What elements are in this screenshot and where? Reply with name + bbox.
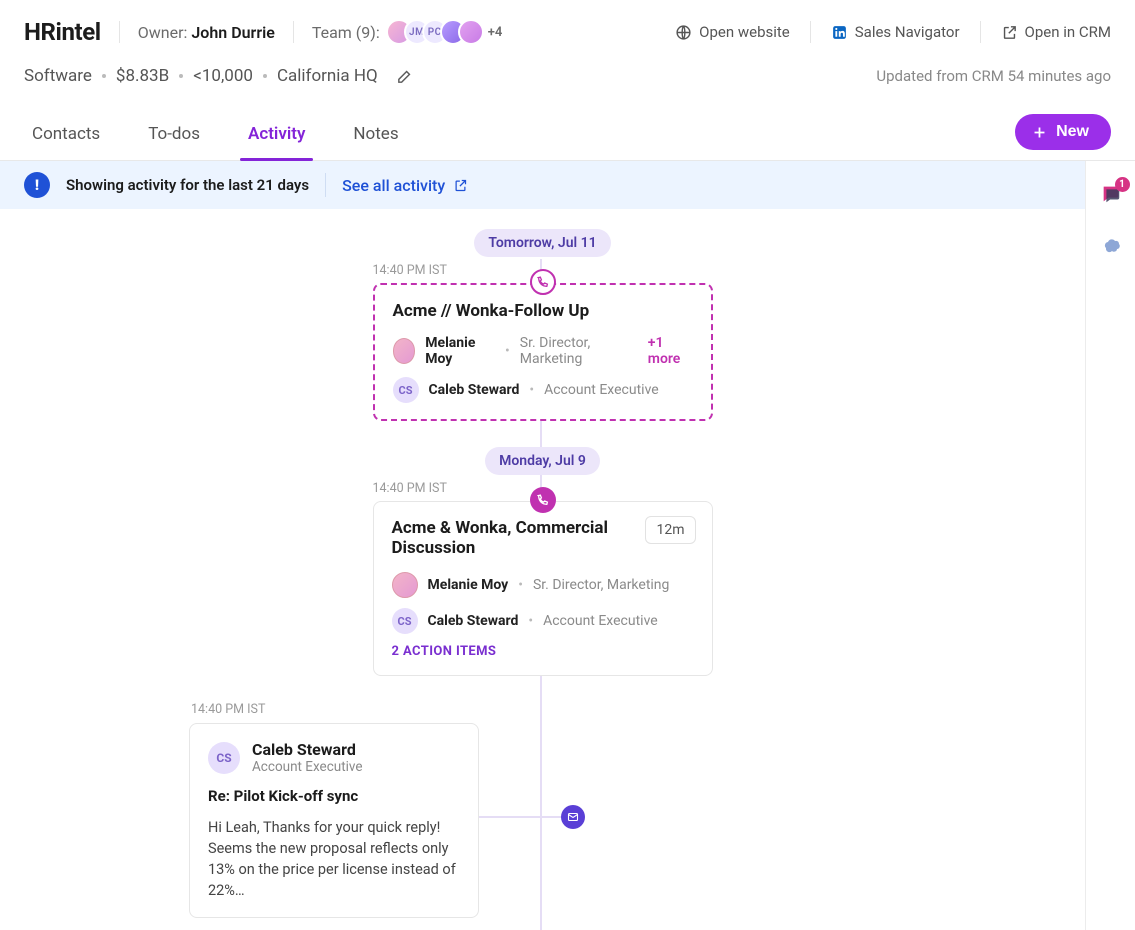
info-icon: ! [24,172,50,198]
email-block: 14:40 PM IST CS Caleb Steward Account Ex… [189,702,669,930]
open-website-label: Open website [699,23,790,41]
new-button-label: New [1056,123,1089,141]
call-icon [530,269,556,295]
participant-role: Sr. Director, Marketing [520,335,638,367]
dot-icon: • [528,613,533,629]
account-header: HRintel Owner: John Durrie Team (9): JM … [0,0,1135,86]
dot-icon [179,74,183,78]
email-sender: Caleb Steward [252,740,363,759]
upcoming-call-card[interactable]: Acme // Wonka-Follow Up Melanie Moy • Sr… [373,283,713,421]
team-avatars[interactable]: JM PC +4 [394,19,503,45]
date-chip: Tomorrow, Jul 11 [474,229,610,257]
email-card[interactable]: CS Caleb Steward Account Executive Re: P… [189,723,479,918]
meta-hq: California HQ [277,66,378,86]
avatar [393,338,416,364]
sales-navigator-label: Sales Navigator [855,23,960,41]
email-sender-role: Account Executive [252,759,363,775]
avatar[interactable] [458,19,484,45]
participant-row[interactable]: Melanie Moy • Sr. Director, Marketing +1… [393,335,693,367]
dot-icon [102,74,106,78]
notification-badge: 1 [1115,177,1130,192]
plus-icon [1031,124,1048,141]
linkedin-icon [831,24,848,41]
account-meta: Software $8.83B <10,000 California HQ Up… [24,66,1111,86]
timestamp: 14:40 PM IST [373,263,447,278]
tab-activity[interactable]: Activity [240,110,313,160]
dot-icon [263,74,267,78]
avatar: CS [393,377,419,403]
call-card[interactable]: 12m Acme & Wonka, Commercial Discussion … [373,501,713,676]
participant-role: Account Executive [544,382,659,398]
participant-name: Caleb Steward [429,382,520,398]
divider [325,173,326,197]
timestamp: 14:40 PM IST [373,481,447,496]
call-duration: 12m [645,516,695,544]
open-website-link[interactable]: Open website [675,23,790,41]
avatar: CS [392,608,418,634]
salesforce-icon[interactable] [1099,235,1123,263]
owner-name[interactable]: John Durrie [191,23,274,42]
call-icon [530,487,556,513]
meta-industry: Software [24,66,92,86]
updated-label: Updated from CRM 54 minutes ago [876,67,1111,85]
owner-label: Owner: [138,23,188,42]
timeline-connector [479,816,565,818]
participant-row[interactable]: Melanie Moy • Sr. Director, Marketing [392,572,694,598]
right-rail: 1 [1086,161,1135,930]
owner-block: Owner: John Durrie [138,23,275,42]
participant-name: Melanie Moy [428,577,509,593]
tab-todos[interactable]: To-dos [140,110,208,160]
external-link-icon [453,178,468,193]
sales-navigator-link[interactable]: Sales Navigator [831,23,960,41]
dot-icon: • [529,382,534,398]
see-all-activity-label: See all activity [342,176,445,195]
avatar [392,572,418,598]
edit-icon[interactable] [396,68,413,85]
card-title: Acme // Wonka-Follow Up [393,301,693,321]
participant-name: Melanie Moy [425,335,495,367]
participant-role: Account Executive [543,613,658,629]
team-label: Team (9): [312,23,380,42]
dot-icon: • [518,577,523,593]
divider [980,21,981,43]
email-subject: Re: Pilot Kick-off sync [208,787,460,805]
activity-panel: ! Showing activity for the last 21 days … [0,161,1086,930]
activity-banner: ! Showing activity for the last 21 days … [0,161,1085,209]
new-button[interactable]: New [1015,114,1111,150]
participant-name: Caleb Steward [428,613,519,629]
avatar-more[interactable]: +4 [488,25,503,40]
open-crm-label: Open in CRM [1025,23,1111,41]
see-all-activity-link[interactable]: See all activity [342,176,468,195]
action-items-link[interactable]: 2 ACTION ITEMS [392,644,694,659]
participant-row[interactable]: CS Caleb Steward • Account Executive [393,377,693,403]
email-preview: Hi Leah, Thanks for your quick reply! Se… [208,817,460,901]
participant-row[interactable]: CS Caleb Steward • Account Executive [392,608,694,634]
email-icon [561,805,585,829]
timestamp: 14:40 PM IST [191,702,669,717]
participant-role: Sr. Director, Marketing [533,577,669,593]
tab-contacts[interactable]: Contacts [24,110,108,160]
external-link-icon [1001,24,1018,41]
divider [810,21,811,43]
more-participants[interactable]: +1 more [648,335,693,367]
company-name: HRintel [24,18,101,46]
activity-timeline: Tomorrow, Jul 11 14:40 PM IST Acme // Wo… [0,209,1085,930]
divider [119,21,120,43]
divider [293,21,294,43]
date-chip: Monday, Jul 9 [485,447,600,475]
tab-notes[interactable]: Notes [345,110,406,160]
open-crm-link[interactable]: Open in CRM [1001,23,1111,41]
globe-icon [675,24,692,41]
chat-icon[interactable]: 1 [1100,183,1122,209]
meta-revenue: $8.83B [116,66,169,86]
banner-text: Showing activity for the last 21 days [66,176,309,194]
tabs: Contacts To-dos Activity Notes New [0,110,1135,161]
avatar: CS [208,742,240,774]
dot-icon: • [505,343,510,359]
meta-headcount: <10,000 [193,66,253,86]
